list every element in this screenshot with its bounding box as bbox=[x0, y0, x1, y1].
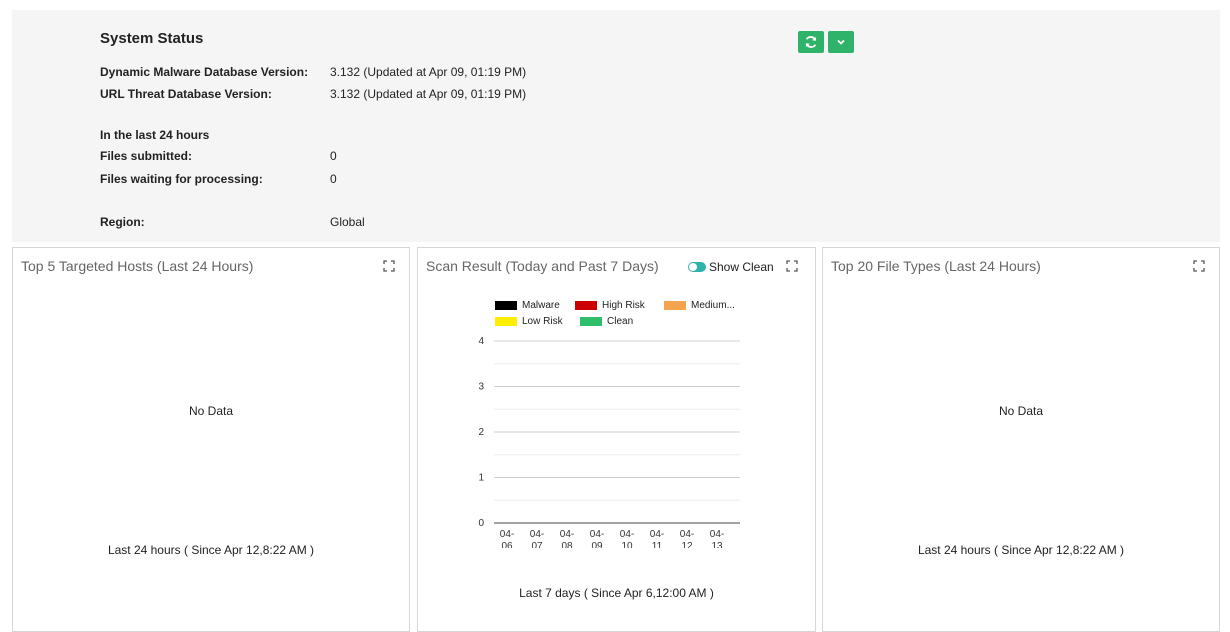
scan-result-footer: Last 7 days ( Since Apr 6,12:00 AM ) bbox=[519, 586, 714, 600]
file-types-title: Top 20 File Types (Last 24 Hours) bbox=[831, 258, 1041, 274]
files-submitted-label: Files submitted: bbox=[100, 149, 193, 163]
x-tick-label: 04-09 bbox=[590, 529, 604, 548]
top-hosts-card: Top 5 Targeted Hosts (Last 24 Hours) No … bbox=[12, 247, 410, 632]
refresh-icon bbox=[805, 36, 817, 48]
x-tick-label: 04-08 bbox=[560, 529, 574, 548]
y-tick-label: 2 bbox=[478, 427, 484, 438]
scan-result-card: Scan Result (Today and Past 7 Days) Show… bbox=[417, 247, 816, 632]
y-tick-label: 0 bbox=[478, 518, 484, 529]
expand-icon[interactable] bbox=[383, 260, 395, 272]
file-types-card: Top 20 File Types (Last 24 Hours) No Dat… bbox=[822, 247, 1220, 632]
url-db-label: URL Threat Database Version: bbox=[100, 87, 272, 101]
malware-db-label: Dynamic Malware Database Version: bbox=[100, 65, 309, 79]
files-submitted-value: 0 bbox=[330, 149, 337, 163]
refresh-button[interactable] bbox=[798, 31, 824, 53]
y-tick-label: 4 bbox=[478, 336, 484, 347]
y-tick-label: 1 bbox=[478, 473, 484, 484]
top-hosts-title: Top 5 Targeted Hosts (Last 24 Hours) bbox=[21, 258, 254, 274]
expand-icon[interactable] bbox=[1193, 260, 1205, 272]
x-tick-label: 04-06 bbox=[500, 529, 514, 548]
system-status-panel: System Status Dynamic Malware Database V… bbox=[12, 10, 1220, 242]
x-tick-label: 04-12 bbox=[680, 529, 694, 548]
x-tick-label: 04-07 bbox=[530, 529, 544, 548]
region-label: Region: bbox=[100, 215, 145, 229]
period-heading: In the last 24 hours bbox=[100, 128, 210, 142]
scan-result-chart: 0 1 2 3 4 04-06 04-07 04-08 04-09 04-10 04-11 04-12… bbox=[478, 336, 740, 548]
region-value: Global bbox=[330, 215, 365, 229]
x-tick-label: 04-11 bbox=[650, 529, 664, 548]
y-tick-label: 3 bbox=[478, 382, 484, 393]
chevron-down-icon bbox=[837, 39, 845, 45]
x-tick-label: 04-13 bbox=[710, 529, 724, 548]
files-waiting-value: 0 bbox=[330, 172, 337, 186]
file-types-footer: Last 24 hours ( Since Apr 12,8:22 AM ) bbox=[917, 543, 1125, 557]
top-hosts-no-data: No Data bbox=[188, 404, 234, 418]
url-db-value: 3.132 (Updated at Apr 09, 01:19 PM) bbox=[330, 87, 527, 101]
file-types-no-data: No Data bbox=[998, 404, 1044, 418]
files-waiting-label: Files waiting for processing: bbox=[100, 172, 263, 186]
malware-db-value: 3.132 (Updated at Apr 09, 01:19 PM) bbox=[330, 65, 527, 79]
top-hosts-footer: Last 24 hours ( Since Apr 12,8:22 AM ) bbox=[107, 543, 315, 557]
x-tick-label: 04-10 bbox=[620, 529, 634, 548]
options-dropdown-button[interactable] bbox=[828, 31, 854, 53]
system-status-title: System Status bbox=[100, 30, 204, 47]
